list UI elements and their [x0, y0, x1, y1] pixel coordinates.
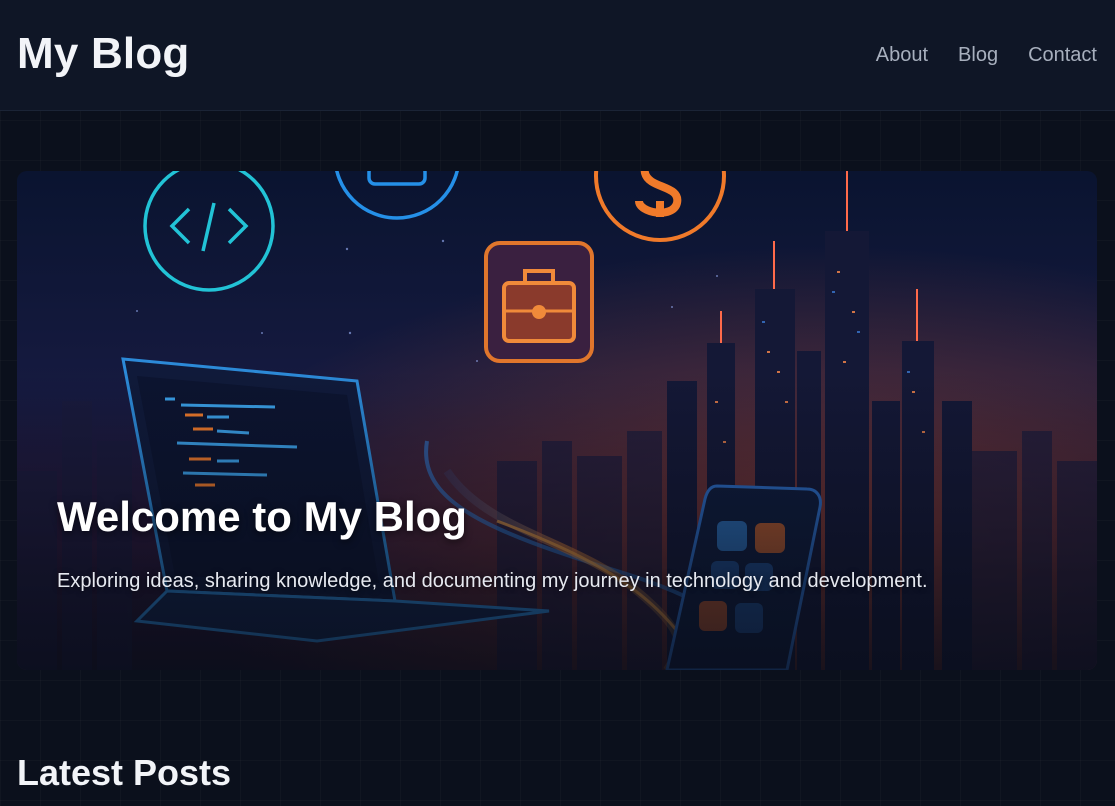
hero-title: Welcome to My Blog [57, 493, 467, 540]
site-header: My Blog About Blog Contact [0, 0, 1115, 111]
hero-subtitle: Exploring ideas, sharing knowledge, and … [57, 570, 928, 592]
site-title[interactable]: My Blog [17, 29, 190, 79]
nav-item-about[interactable]: About [876, 44, 928, 67]
hero-banner: Welcome to My Blog Exploring ideas, shar… [17, 171, 1097, 670]
main-nav: About Blog Contact [846, 44, 1097, 67]
latest-posts-heading: Latest Posts [17, 752, 232, 793]
nav-item-blog[interactable]: Blog [958, 44, 998, 67]
nav-item-contact[interactable]: Contact [1028, 44, 1097, 67]
